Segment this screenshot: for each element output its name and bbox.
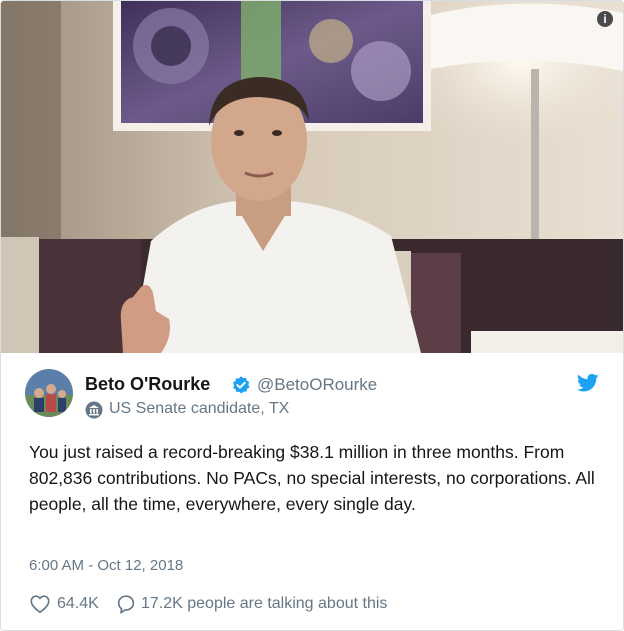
- tweet-text: You just raised a record-breaking $38.1 …: [29, 442, 595, 514]
- verified-badge-icon: [233, 376, 250, 394]
- conversation-count[interactable]: 17.2K people are talking about this: [141, 595, 387, 613]
- info-icon[interactable]: i: [597, 11, 613, 27]
- author-name[interactable]: Beto O'Rourke: [85, 374, 210, 395]
- government-building-icon: [85, 401, 103, 419]
- avatar[interactable]: [25, 369, 73, 417]
- video-still: [1, 1, 623, 353]
- tweet-body: Beto O'Rourke @BetoORourke US Senate can…: [1, 353, 623, 630]
- like-count[interactable]: 64.4K: [57, 595, 99, 613]
- tweet-media-image[interactable]: i: [1, 1, 623, 353]
- speech-bubble-icon[interactable]: [115, 593, 137, 615]
- author-handle[interactable]: @BetoORourke: [257, 375, 377, 395]
- tweet-timestamp[interactable]: 6:00 AM - Oct 12, 2018: [29, 557, 183, 574]
- tweet-embed-card: i Beto O'Rourke @BetoORourke US Senate c…: [0, 0, 624, 631]
- account-label: US Senate candidate, TX: [109, 400, 290, 417]
- heart-icon[interactable]: [29, 593, 51, 615]
- twitter-bird-icon[interactable]: [577, 373, 599, 393]
